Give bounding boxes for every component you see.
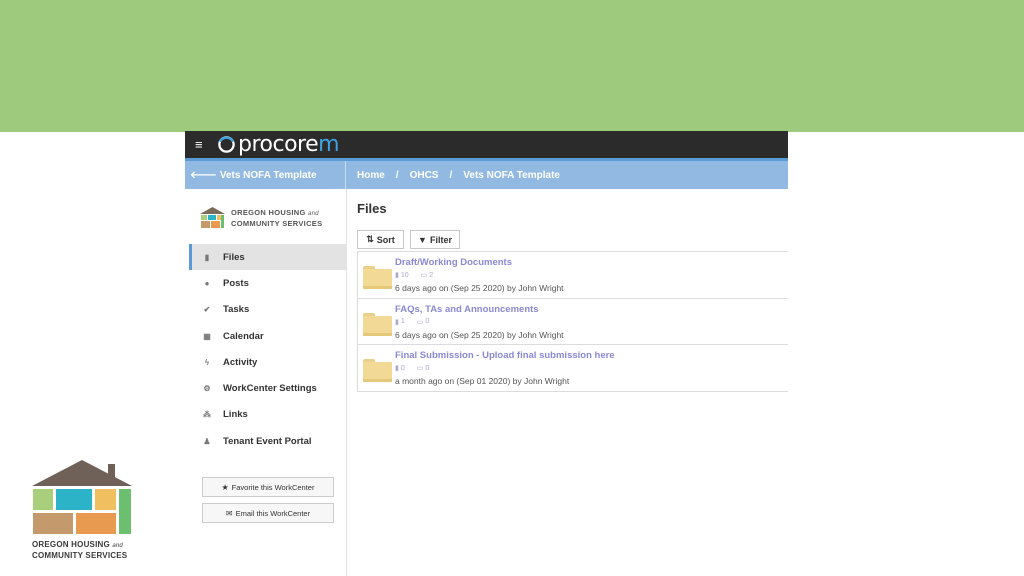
sidebar-item-label: Files [223,251,245,263]
house-logo-icon [200,207,225,228]
favorite-workcenter-button[interactable]: ★ Favorite this WorkCenter [202,477,334,497]
folder-counts: ▮ 1 ▭ 0 [395,318,430,326]
sidebar-item-label: Links [223,409,248,421]
folder-counts: ▮ 10 ▭ 2 [395,271,434,280]
page-title: Files [357,201,387,216]
procore-logo[interactable]: procorem [217,131,340,157]
envelope-icon: ✉ [225,508,233,518]
subfolder-count-icon: ▭ [416,318,424,326]
folder-name-link[interactable]: FAQs, TAs and Announcements [395,304,539,315]
sidebar-item-tenant-event-portal[interactable]: ♟ Tenant Event Portal [189,428,347,454]
check-icon: ✔ [203,305,211,315]
sort-icon: ⇅ [366,234,374,244]
folder-list: Draft/Working Documents ▮ 10 ▭ 2 6 days ag… [357,251,788,393]
sidebar-item-links[interactable]: ⁂ Links [189,402,347,428]
list-item[interactable]: Draft/Working Documents ▮ 10 ▭ 2 6 days ag… [358,252,788,299]
sidebar-item-label: WorkCenter Settings [223,383,317,395]
back-link[interactable]: 🡐 Vets NOFA Template [185,161,346,189]
sidebar-item-label: Calendar [223,330,264,342]
folder-icon [363,312,392,336]
folder-name-link[interactable]: Draft/Working Documents [395,257,512,268]
filter-icon: ▼ [418,234,427,245]
sidebar-item-label: Tenant Event Portal [223,435,312,447]
breadcrumb-current[interactable]: Vets NOFA Template [463,170,560,181]
folder-updated: 6 days ago on (Sep 25 2020) by John Wrig… [395,329,564,340]
filter-button[interactable]: ▼ Filter [410,230,460,249]
sidebar-item-label: Posts [223,277,249,289]
folder-icon [363,266,392,289]
slide-banner [0,0,1024,132]
sidebar-item-workcenter-settings[interactable]: ⚙ WorkCenter Settings [189,375,347,401]
subfolder-count-icon: ▭ [420,272,428,279]
comments-icon: ● [204,278,210,288]
folder-name-link[interactable]: Final Submission - Upload final submissi… [395,350,615,361]
sidebar-item-label: Tasks [223,304,250,316]
folder-updated: 6 days ago on (Sep 25 2020) by John Wrig… [395,283,564,293]
calendar-icon: ▦ [203,331,211,341]
breadcrumb: Home / OHCS / Vets NOFA Template [346,170,560,181]
file-icon: ▮ [204,252,210,262]
breadcrumb-separator: / [395,169,399,181]
list-item[interactable]: Final Submission - Upload final submissi… [358,345,788,393]
org-name: OREGON HOUSING and COMMUNITY SERVICES [231,208,323,228]
sidebar-item-posts[interactable]: ● Posts [189,270,347,296]
procore-logo-text: procorem [238,131,340,157]
screenshot-window: ≡ procorem 🡐 Vets NOFA Template Home / O… [185,131,788,576]
file-count-icon: ▮ [395,318,399,326]
folder-updated: a month ago on (Sep 01 2020) by John Wri… [395,376,570,387]
sidebar-item-calendar[interactable]: ▦ Calendar [189,323,347,349]
top-bar: ≡ procorem [185,131,788,158]
sidebar-menu: ▮ Files ● Posts ✔ Tasks ▦ Calendar ϟ Act… [189,244,347,454]
sidebar: OREGON HOUSING and COMMUNITY SERVICES ▮ … [185,189,347,576]
email-workcenter-button[interactable]: ✉ Email this WorkCenter [202,503,334,523]
org-logo: OREGON HOUSING and COMMUNITY SERVICES [199,207,322,229]
breadcrumb-ohcs[interactable]: OHCS [410,170,439,181]
arrow-left-icon: 🡐 [190,170,217,181]
sidebar-item-activity[interactable]: ϟ Activity [189,349,347,375]
gear-icon: ⚙ [203,384,211,394]
sidebar-item-label: Activity [223,356,258,368]
star-icon: ★ [221,482,229,492]
sidebar-item-tasks[interactable]: ✔ Tasks [189,297,347,323]
subfolder-count-icon: ▭ [416,365,424,373]
procore-logo-icon [218,136,235,153]
file-count-icon: ▮ [395,272,399,279]
sitemap-icon: ⁂ [203,410,211,420]
sidebar-item-files[interactable]: ▮ Files [189,244,347,271]
folder-icon [363,359,392,383]
list-item[interactable]: FAQs, TAs and Announcements ▮ 1 ▭ 0 6 days… [358,299,788,346]
hamburger-icon[interactable]: ≡ [195,137,207,152]
folder-counts: ▮ 0 ▭ 0 [395,364,430,373]
breadcrumb-home[interactable]: Home [357,170,385,181]
back-link-label: Vets NOFA Template [219,169,317,181]
nav-bar: 🡐 Vets NOFA Template Home / OHCS / Vets … [185,161,788,189]
file-count-icon: ▮ [395,365,399,373]
ohcs-logo-text: OREGON HOUSING and COMMUNITY SERVICES [32,540,128,560]
sort-button[interactable]: ⇅ Sort [357,230,404,249]
breadcrumb-separator: / [449,169,453,181]
files-panel: Files ⇅ Sort ▼ Filter Draft/Working Docu… [347,189,788,576]
bolt-icon: ϟ [204,357,210,367]
users-icon: ♟ [203,436,211,446]
